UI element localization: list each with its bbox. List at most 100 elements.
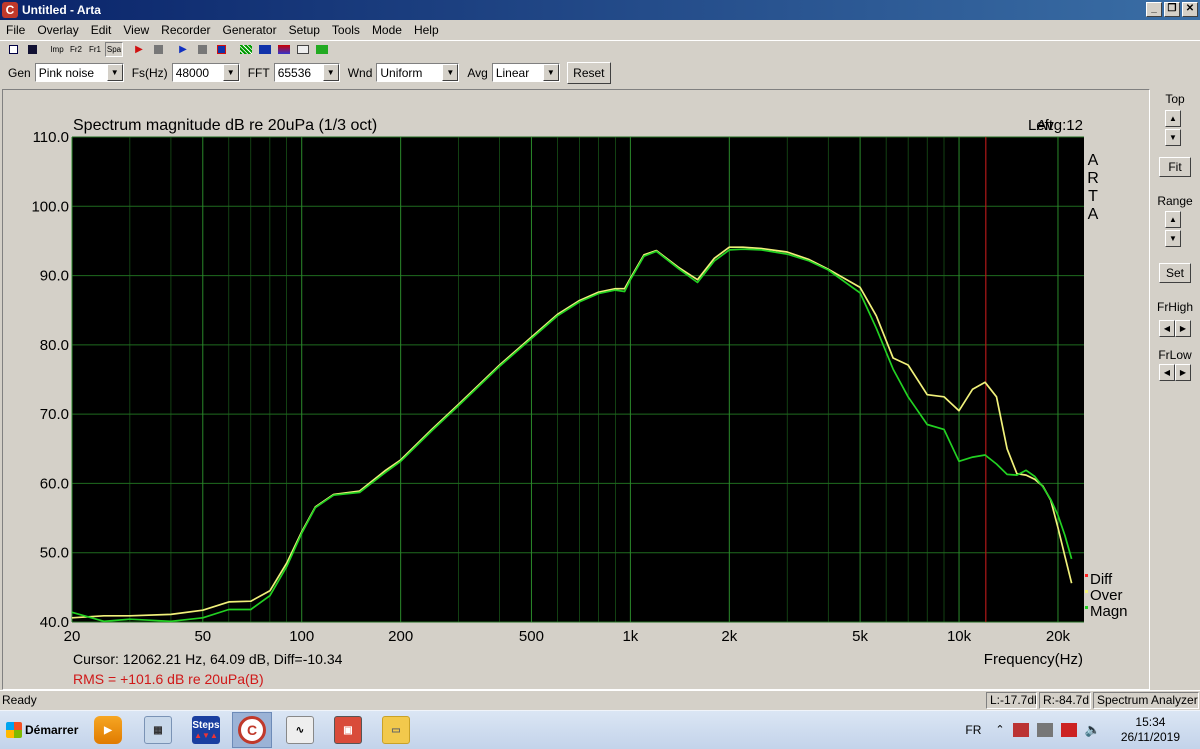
calibration-icon[interactable]: [275, 42, 293, 57]
media-player-icon: ▶: [94, 716, 122, 744]
steps-wave-icon: ▲▼▲: [194, 731, 218, 740]
steps-label: Steps: [192, 720, 220, 731]
tray-security-icon[interactable]: [1060, 722, 1077, 737]
chevron-down-icon[interactable]: ▼: [542, 64, 559, 81]
taskbar-app-limp[interactable]: ∿: [280, 712, 320, 748]
fr2-mode-button[interactable]: Fr2: [67, 42, 85, 57]
level-meter-icon[interactable]: [256, 42, 274, 57]
menu-setup[interactable]: Setup: [283, 23, 326, 37]
chevron-down-icon[interactable]: ▼: [106, 64, 123, 81]
taskbar-app-explorer[interactable]: ▭: [376, 712, 416, 748]
y-tick-label: 90.0: [40, 268, 69, 285]
menu-overlay[interactable]: Overlay: [31, 23, 84, 37]
menu-edit[interactable]: Edit: [85, 23, 118, 37]
fs-label: Fs(Hz): [131, 65, 168, 80]
generator-icon[interactable]: [313, 42, 331, 57]
window-controls: _ ❐ ✕: [1146, 2, 1198, 17]
mode-indicator: Spectrum Analyzer: [1093, 692, 1199, 709]
cursor-readout: Cursor: 12062.21 Hz, 64.09 dB, Diff=-10.…: [73, 651, 343, 667]
volume-icon[interactable]: 🔈: [1085, 722, 1101, 738]
chevron-down-icon[interactable]: ▼: [322, 64, 339, 81]
y-tick-label: 60.0: [40, 475, 69, 492]
tray-device-icon[interactable]: [1036, 722, 1053, 737]
limp-icon: ∿: [286, 716, 314, 744]
restore-icon[interactable]: ❐: [1164, 2, 1180, 17]
stop-icon[interactable]: [193, 42, 211, 57]
spectrum-chart[interactable]: Spectrum magnitude dB re 20uPa (1/3 oct)…: [3, 90, 1149, 689]
open-icon[interactable]: [23, 42, 41, 57]
averaging-select[interactable]: Linear ▼: [491, 63, 560, 82]
sample-rate-select[interactable]: 48000 ▼: [171, 63, 240, 82]
legend-diff: Diff: [1090, 571, 1113, 588]
fr1-mode-button[interactable]: Fr1: [86, 42, 104, 57]
spa-mode-button[interactable]: Spa: [105, 42, 123, 57]
steps-icon: Steps ▲▼▲: [192, 716, 220, 744]
frlow-left-icon[interactable]: ◀: [1159, 364, 1175, 381]
menu-help[interactable]: Help: [408, 23, 445, 37]
clock[interactable]: 15:34 26/11/2019: [1121, 715, 1180, 745]
tray-network-icon[interactable]: [1012, 722, 1029, 737]
x-tick-label: 2k: [721, 628, 737, 645]
frlow-right-icon[interactable]: ▶: [1175, 364, 1191, 381]
waveform-icon[interactable]: [294, 42, 312, 57]
play-red-icon[interactable]: ▶: [130, 42, 148, 57]
chevron-down-icon[interactable]: ▼: [442, 64, 459, 81]
new-icon[interactable]: [4, 42, 22, 57]
chevron-down-icon[interactable]: ▼: [222, 64, 239, 81]
reset-button[interactable]: Reset: [566, 61, 611, 84]
range-label: Range: [1157, 194, 1193, 208]
taskbar-app-steps[interactable]: Steps ▲▼▲: [186, 712, 226, 748]
taskbar-app-screenshot[interactable]: ▣: [328, 712, 368, 748]
window-title: Untitled - Arta: [22, 3, 101, 17]
legend-magn-swatch: [1085, 606, 1088, 609]
y-tick-label: 100.0: [31, 198, 69, 215]
frhigh-right-icon[interactable]: ▶: [1175, 320, 1191, 337]
clock-date: 26/11/2019: [1120, 729, 1180, 744]
impulse-mode-button[interactable]: Imp: [48, 42, 66, 57]
side-panel: Top ▲ ▼ Fit Range ▲ ▼ Set FrHigh ◀ ▶ FrL…: [1152, 89, 1198, 690]
arta-icon: C: [238, 716, 266, 744]
show-hidden-icons-icon[interactable]: ⌃: [995, 723, 1004, 736]
set-button[interactable]: Set: [1159, 263, 1191, 283]
close-icon[interactable]: ✕: [1182, 2, 1198, 17]
top-down-icon[interactable]: ▼: [1165, 129, 1181, 146]
range-down-icon[interactable]: ▼: [1165, 230, 1181, 247]
plot-area[interactable]: [72, 137, 1084, 622]
spectrum-view-icon[interactable]: [237, 42, 255, 57]
play-blue-icon[interactable]: ▶: [174, 42, 192, 57]
taskbar-app-calculator[interactable]: ▦: [138, 712, 178, 748]
system-tray: FR ⌃ 🔈 15:34 26/11/2019: [965, 710, 1200, 749]
range-up-icon[interactable]: ▲: [1165, 211, 1181, 228]
taskbar-app-media-player[interactable]: ▶: [88, 712, 128, 748]
fit-button[interactable]: Fit: [1159, 157, 1191, 177]
right-level: R:-84.7d: [1039, 692, 1091, 709]
generator-select[interactable]: Pink noise ▼: [34, 63, 124, 82]
language-indicator[interactable]: FR: [965, 723, 981, 737]
menu-recorder[interactable]: Recorder: [155, 23, 216, 37]
minimize-icon[interactable]: _: [1146, 2, 1162, 17]
menu-tools[interactable]: Tools: [326, 23, 366, 37]
top-up-icon[interactable]: ▲: [1165, 110, 1181, 127]
menu-mode[interactable]: Mode: [366, 23, 408, 37]
frhigh-label: FrHigh: [1156, 300, 1193, 314]
average-count: Avg:12: [1037, 117, 1083, 134]
taskbar-app-arta[interactable]: C: [232, 712, 272, 748]
fft-size-select[interactable]: 65536 ▼: [273, 63, 340, 82]
screenshot-tool-icon: ▣: [334, 716, 362, 744]
legend-magn: Magn: [1090, 603, 1128, 620]
arta-watermark: ARTA: [1085, 152, 1102, 224]
menu-view[interactable]: View: [117, 23, 155, 37]
frhigh-left-icon[interactable]: ◀: [1159, 320, 1175, 337]
menu-generator[interactable]: Generator: [217, 23, 283, 37]
stop-gray-icon[interactable]: [149, 42, 167, 57]
x-tick-label: 200: [388, 628, 413, 645]
window-select[interactable]: Uniform ▼: [376, 63, 460, 82]
start-button[interactable]: Démarrer: [2, 715, 82, 745]
x-tick-label: 5k: [852, 628, 868, 645]
record-icon[interactable]: [212, 42, 230, 57]
rms-readout: RMS = +101.6 dB re 20uPa(B): [73, 671, 264, 687]
x-tick-label: 500: [519, 628, 544, 645]
menu-file[interactable]: File: [0, 23, 31, 37]
folder-icon: ▭: [382, 716, 410, 744]
window-label: Wnd: [347, 65, 373, 80]
